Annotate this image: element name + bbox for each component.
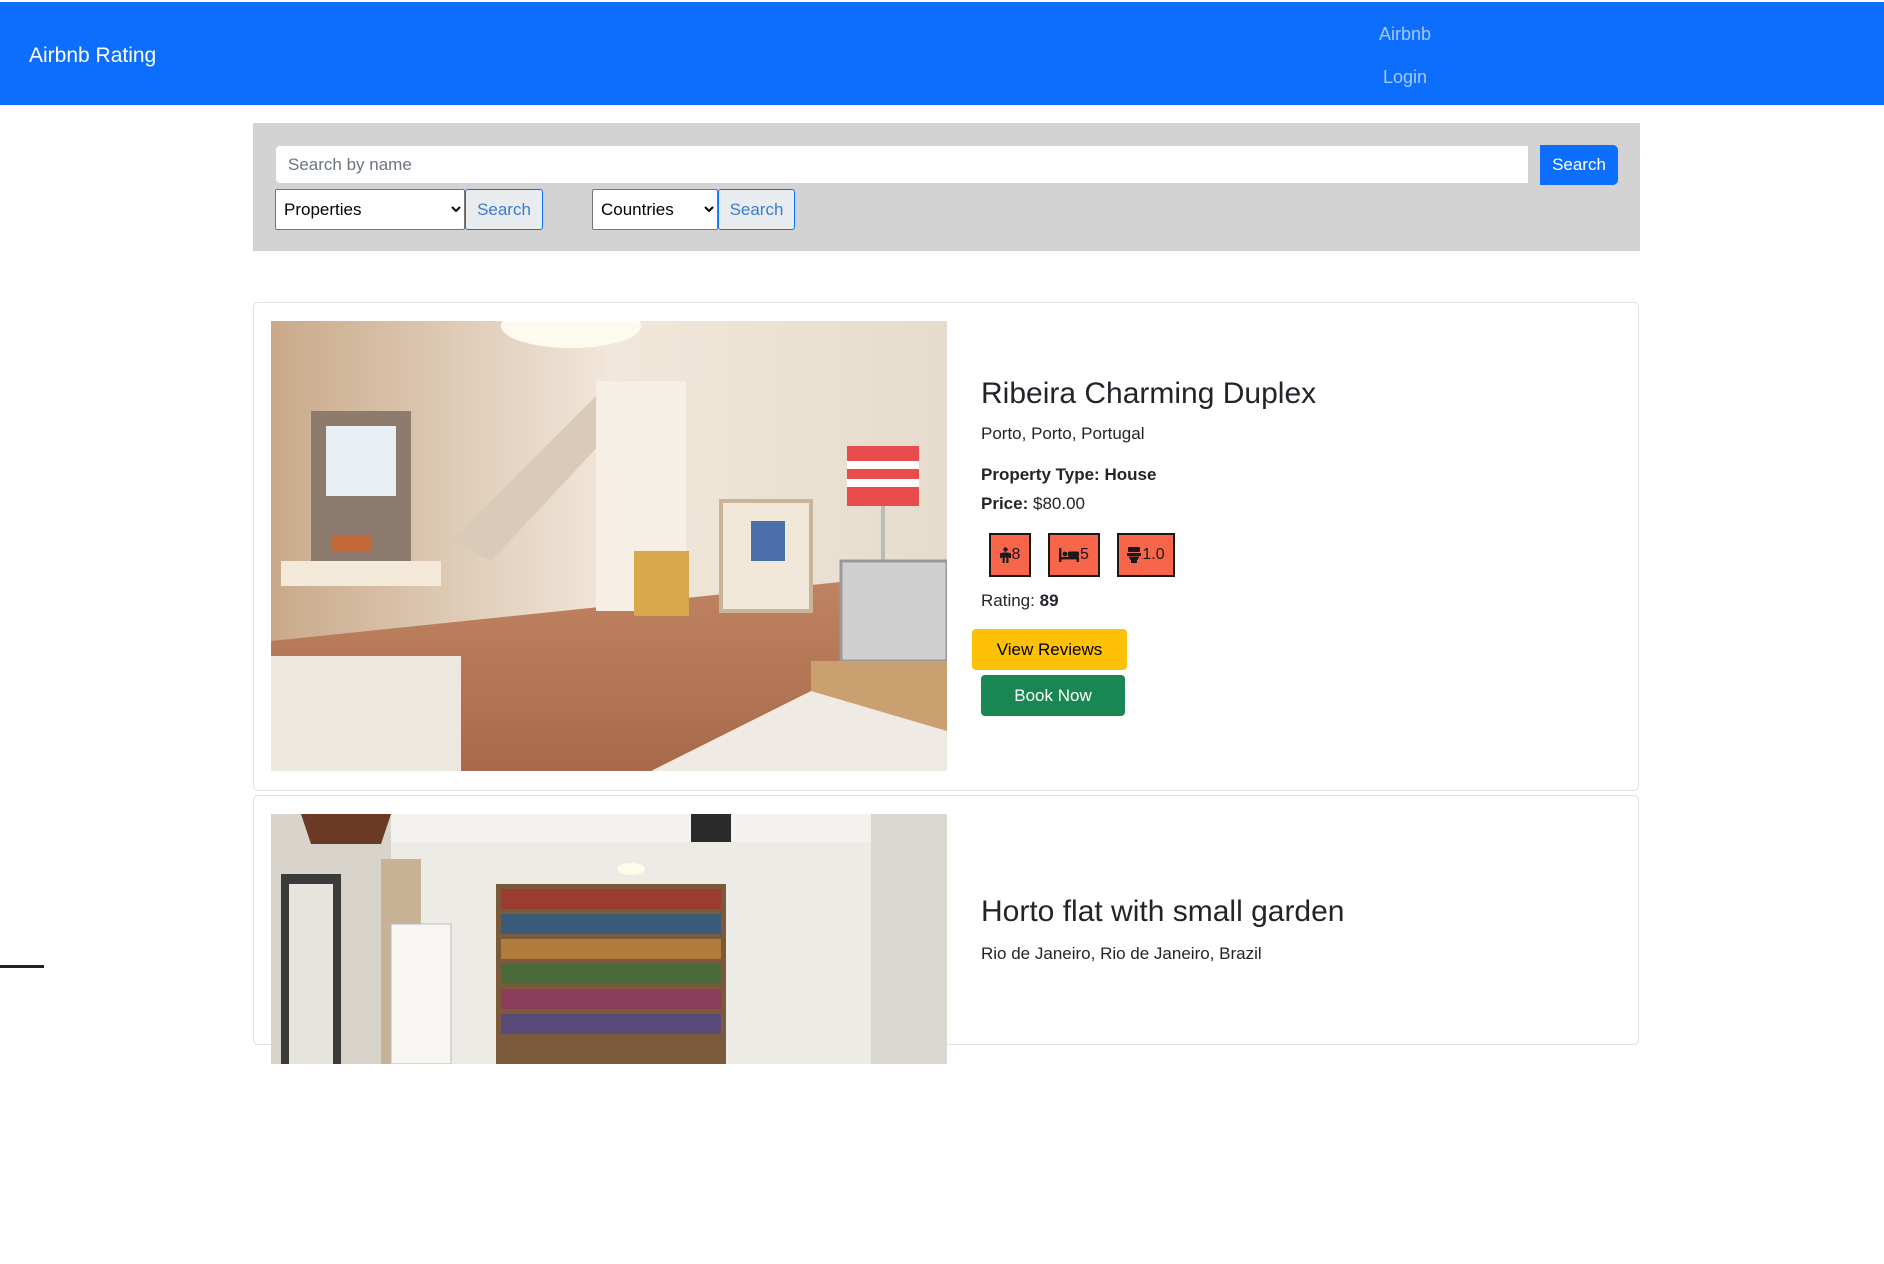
rating-label: Rating: — [981, 591, 1035, 610]
nav-links: Airbnb Login — [1340, 20, 1470, 106]
listing-card: Horto flat with small garden Rio de Jane… — [253, 795, 1639, 1064]
rating-value: 89 — [1039, 591, 1059, 610]
search-panel: Search Properties Search Countries Searc… — [253, 123, 1640, 251]
bed-icon — [1059, 548, 1080, 562]
property-type-value: House — [1104, 465, 1157, 484]
beds-count: 5 — [1080, 546, 1089, 563]
listing-title[interactable]: Horto flat with small garden — [981, 895, 1345, 929]
brand-link[interactable]: Airbnb Rating — [29, 44, 156, 68]
rating: Rating: 89 — [981, 591, 1059, 611]
person-icon — [999, 547, 1011, 563]
toilet-icon — [1127, 547, 1142, 563]
baths-count: 1.0 — [1142, 546, 1165, 563]
price-value: $80.00 — [1032, 494, 1085, 513]
search-input[interactable] — [275, 145, 1528, 184]
country-select[interactable]: Countries — [592, 189, 718, 230]
guests-count: 8 — [1011, 546, 1021, 563]
search-button[interactable]: Search — [1540, 145, 1618, 185]
property-search-button[interactable]: Search — [465, 189, 543, 230]
book-now-button[interactable]: Book Now — [981, 675, 1125, 716]
property-select[interactable]: Properties — [275, 189, 465, 230]
guests-badge: 8 — [989, 533, 1031, 577]
listing-location: Rio de Janeiro, Rio de Janeiro, Brazil — [981, 944, 1262, 963]
listing-card: Ribeira Charming Duplex Porto, Porto, Po… — [253, 302, 1639, 791]
baths-badge: 1.0 — [1117, 533, 1175, 577]
view-reviews-button[interactable]: View Reviews — [972, 629, 1127, 670]
nav-link-login[interactable]: Login — [1340, 63, 1470, 106]
property-type: Property Type: House — [981, 465, 1156, 485]
navbar: Airbnb Rating Airbnb Login — [0, 2, 1884, 105]
listing-photo — [271, 321, 947, 771]
property-type-label: Property Type: — [981, 465, 1100, 484]
nav-link-airbnb[interactable]: Airbnb — [1340, 20, 1470, 63]
listing-location: Porto, Porto, Portugal — [981, 424, 1145, 443]
price-label: Price: — [981, 494, 1029, 513]
beds-badge: 5 — [1048, 533, 1100, 577]
listing-title[interactable]: Ribeira Charming Duplex — [981, 377, 1316, 411]
listing-photo — [271, 814, 947, 1264]
price: Price: $80.00 — [981, 494, 1085, 514]
country-search-button[interactable]: Search — [718, 189, 795, 230]
